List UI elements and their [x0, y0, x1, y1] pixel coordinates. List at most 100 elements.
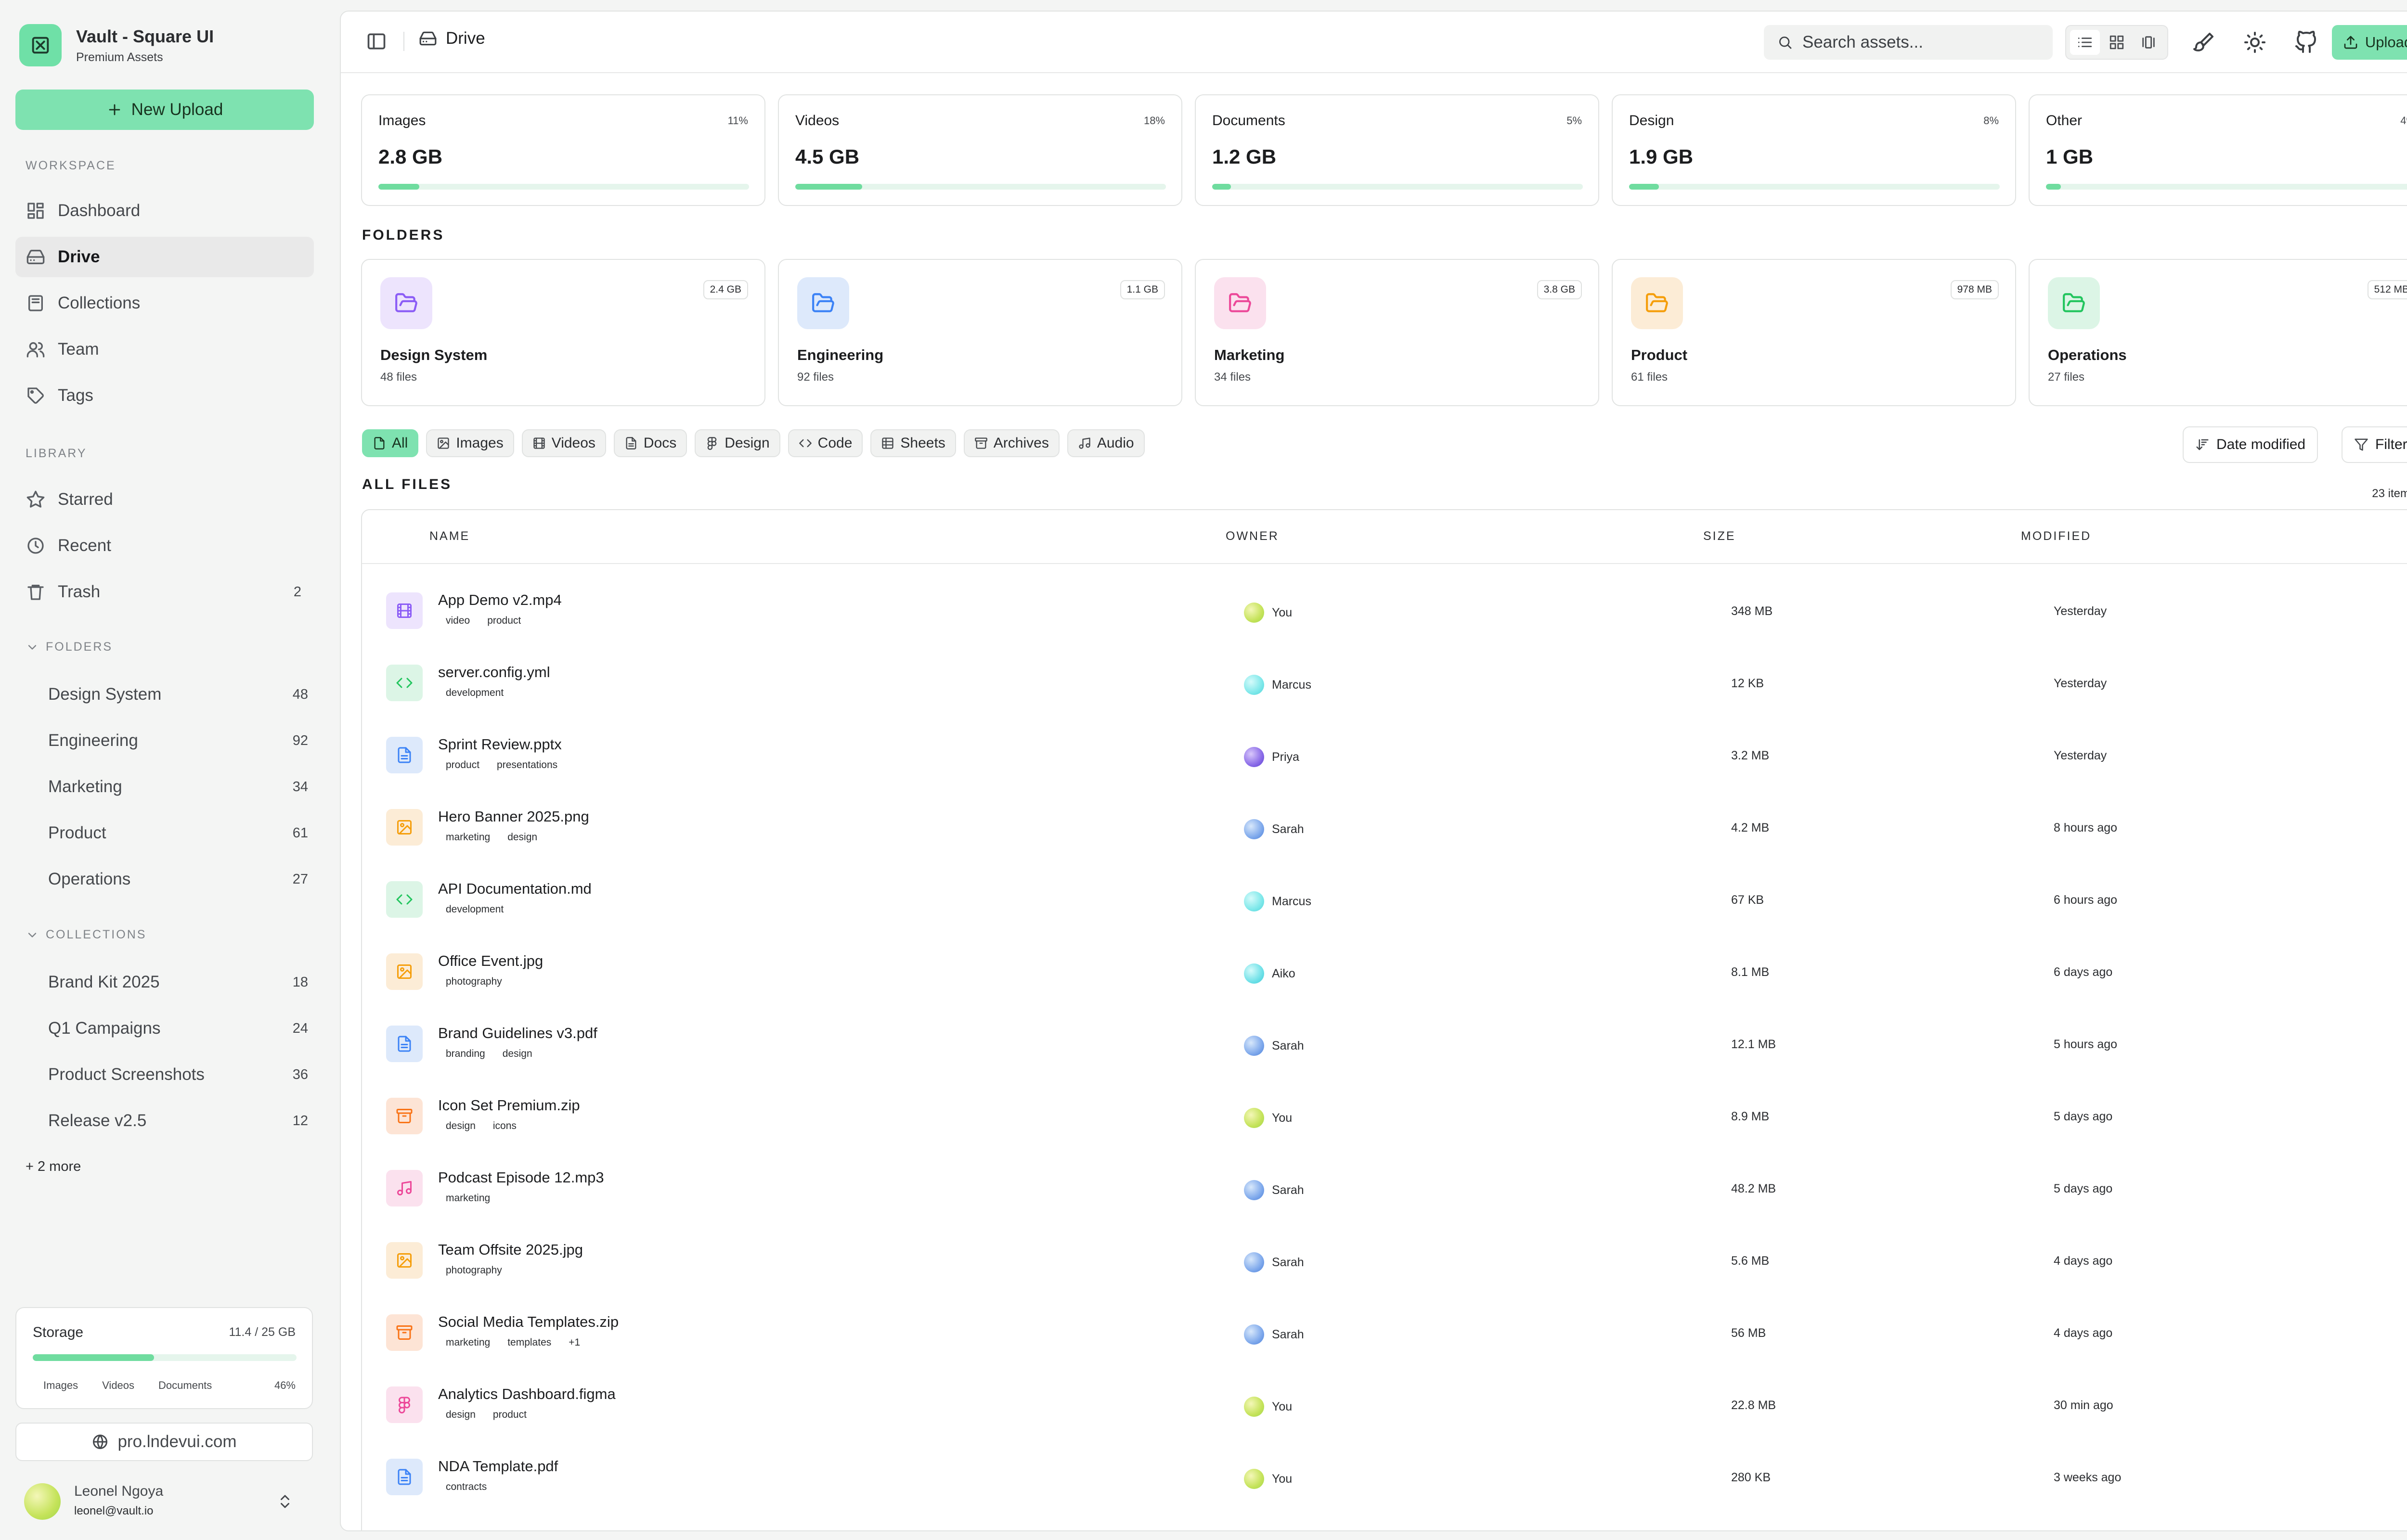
column-header-modified[interactable]: MODIFIED — [2021, 529, 2091, 543]
file-name[interactable]: Team Offsite 2025.jpg — [438, 1241, 583, 1258]
file-tag[interactable]: photography — [446, 976, 502, 988]
table-row[interactable]: Brand Guidelines v3.pdf branding design S… — [362, 1008, 2407, 1080]
sidebar-item-tags[interactable]: Tags — [15, 375, 314, 416]
new-upload-button[interactable]: New Upload — [15, 90, 314, 130]
column-header-owner[interactable]: OWNER — [1226, 529, 1279, 543]
column-header-name[interactable]: NAME — [429, 529, 470, 543]
table-row[interactable]: server.config.yml development Marcus 12 … — [362, 647, 2407, 719]
file-name[interactable]: Icon Set Premium.zip — [438, 1097, 580, 1114]
file-tag[interactable]: icons — [493, 1120, 517, 1132]
sidebar-toggle-icon[interactable] — [366, 31, 387, 52]
file-tag[interactable]: +1 — [569, 1337, 580, 1348]
file-name[interactable]: App Demo v2.mp4 — [438, 591, 562, 609]
file-tag[interactable]: video — [446, 615, 470, 627]
filter-chip-audio[interactable]: Audio — [1067, 429, 1145, 457]
file-tag[interactable]: product — [446, 759, 479, 771]
file-tag[interactable]: branding — [446, 1048, 485, 1060]
table-row[interactable]: Hero Banner 2025.png marketing design Sar… — [362, 791, 2407, 863]
folder-card-design-system[interactable]: 2.4 GB Design System 48 files — [361, 259, 765, 406]
table-row[interactable]: Icon Set Premium.zip design icons You 8.9… — [362, 1080, 2407, 1152]
table-row[interactable]: App Demo v2.mp4 video product You 348 MB … — [362, 575, 2407, 647]
sidebar-item-recent[interactable]: Recent — [15, 526, 314, 566]
filter-chip-videos[interactable]: Videos — [521, 429, 606, 457]
filter-chip-sheets[interactable]: Sheets — [870, 429, 956, 457]
sidebar-collection-q1-campaigns[interactable]: Q1 Campaigns 24 — [48, 1016, 308, 1040]
brand[interactable]: Vault - Square UI Premium Assets — [19, 24, 214, 66]
file-tag[interactable]: development — [446, 904, 504, 915]
sidebar-item-team[interactable]: Team — [15, 329, 314, 370]
sidebar-item-drive[interactable]: Drive — [15, 237, 314, 277]
user-menu[interactable]: Leonel Ngoya leonel@vault.io — [24, 1477, 308, 1526]
stat-card-documents[interactable]: Documents 5% 1.2 GB — [1195, 94, 1599, 206]
list-view-button[interactable] — [2070, 30, 2100, 55]
stat-card-other[interactable]: Other 4% 1 GB — [2029, 94, 2407, 206]
sidebar-item-trash[interactable]: Trash 2 — [15, 572, 314, 612]
file-tag[interactable]: design — [446, 1409, 476, 1421]
filter-chip-images[interactable]: Images — [426, 429, 514, 457]
filter-chip-docs[interactable]: Docs — [613, 429, 687, 457]
file-tag[interactable]: product — [493, 1409, 527, 1421]
sun-icon[interactable] — [2243, 31, 2266, 54]
filter-chip-archives[interactable]: Archives — [963, 429, 1060, 457]
file-tag[interactable]: contracts — [446, 1481, 487, 1493]
table-row[interactable]: Office Event.jpg photography Aiko 8.1 MB… — [362, 936, 2407, 1008]
brush-icon[interactable] — [2192, 31, 2215, 54]
filter-chip-code[interactable]: Code — [788, 429, 863, 457]
file-tag[interactable]: marketing — [446, 832, 490, 843]
column-header-size[interactable]: SIZE — [1703, 529, 1736, 543]
file-tag[interactable]: templates — [507, 1337, 551, 1348]
filter-chip-design[interactable]: Design — [695, 429, 780, 457]
table-row[interactable]: Analytics Dashboard.figma design product … — [362, 1369, 2407, 1441]
file-name[interactable]: NDA Template.pdf — [438, 1458, 558, 1475]
sidebar-item-collections[interactable]: Collections — [15, 283, 314, 323]
file-tag[interactable]: photography — [446, 1265, 502, 1276]
table-row[interactable]: Team Offsite 2025.jpg photography Sarah … — [362, 1224, 2407, 1296]
folder-card-engineering[interactable]: 1.1 GB Engineering 92 files — [778, 259, 1182, 406]
sidebar-folder-marketing[interactable]: Marketing 34 — [48, 775, 308, 799]
collections-toggle[interactable]: COLLECTIONS — [26, 928, 146, 942]
grid-view-button[interactable] — [2102, 30, 2132, 55]
file-name[interactable]: Analytics Dashboard.figma — [438, 1386, 616, 1403]
file-tag[interactable]: design — [446, 1120, 476, 1132]
file-tag[interactable]: design — [507, 832, 537, 843]
file-tag[interactable]: marketing — [446, 1193, 490, 1204]
sort-button[interactable]: Date modified — [2183, 426, 2318, 463]
folders-toggle[interactable]: FOLDERS — [26, 640, 113, 654]
file-name[interactable]: Brand Guidelines v3.pdf — [438, 1025, 597, 1042]
sidebar-item-starred[interactable]: Starred — [15, 479, 314, 520]
search-input[interactable]: Search assets... — [1764, 25, 2053, 60]
github-icon[interactable] — [2294, 31, 2317, 54]
folder-card-product[interactable]: 978 MB Product 61 files — [1612, 259, 2016, 406]
filters-button[interactable]: Filters — [2342, 426, 2407, 463]
sidebar-collection-product-screenshots[interactable]: Product Screenshots 36 — [48, 1063, 308, 1087]
filter-chip-all[interactable]: All — [362, 429, 419, 457]
file-tag[interactable]: development — [446, 687, 504, 699]
sidebar-folder-engineering[interactable]: Engineering 92 — [48, 729, 308, 753]
file-name[interactable]: Podcast Episode 12.mp3 — [438, 1169, 604, 1186]
file-tag[interactable]: presentations — [497, 759, 557, 771]
table-row[interactable]: API Documentation.md development Marcus … — [362, 863, 2407, 936]
table-row[interactable]: Social Media Templates.zip marketing temp… — [362, 1296, 2407, 1369]
folder-card-marketing[interactable]: 3.8 GB Marketing 34 files — [1195, 259, 1599, 406]
file-tag[interactable]: marketing — [446, 1337, 490, 1348]
file-name[interactable]: server.config.yml — [438, 664, 550, 681]
sidebar-item-dashboard[interactable]: Dashboard — [15, 191, 314, 231]
sidebar-collection-brand-kit[interactable]: Brand Kit 2025 18 — [48, 970, 308, 994]
table-row[interactable]: Podcast Episode 12.mp3 marketing Sarah 4… — [362, 1152, 2407, 1224]
stat-card-design[interactable]: Design 8% 1.9 GB — [1612, 94, 2016, 206]
sidebar-folder-operations[interactable]: Operations 27 — [48, 867, 308, 891]
stat-card-videos[interactable]: Videos 18% 4.5 GB — [778, 94, 1182, 206]
folder-card-operations[interactable]: 512 MB Operations 27 files — [2029, 259, 2407, 406]
site-link-button[interactable]: pro.lndevui.com — [15, 1423, 313, 1461]
upload-button[interactable]: Upload — [2332, 25, 2407, 60]
file-tag[interactable]: product — [487, 615, 521, 627]
file-name[interactable]: Office Event.jpg — [438, 952, 543, 970]
file-tag[interactable]: design — [503, 1048, 532, 1060]
file-name[interactable]: Sprint Review.pptx — [438, 736, 562, 753]
file-name[interactable]: Social Media Templates.zip — [438, 1313, 619, 1331]
file-name[interactable]: Hero Banner 2025.png — [438, 808, 589, 825]
more-collections-link[interactable]: + 2 more — [26, 1159, 81, 1175]
table-row[interactable]: Sprint Review.pptx product presentations … — [362, 719, 2407, 791]
table-row[interactable]: NDA Template.pdf contracts You 280 KB 3 … — [362, 1441, 2407, 1513]
file-name[interactable]: API Documentation.md — [438, 880, 592, 898]
